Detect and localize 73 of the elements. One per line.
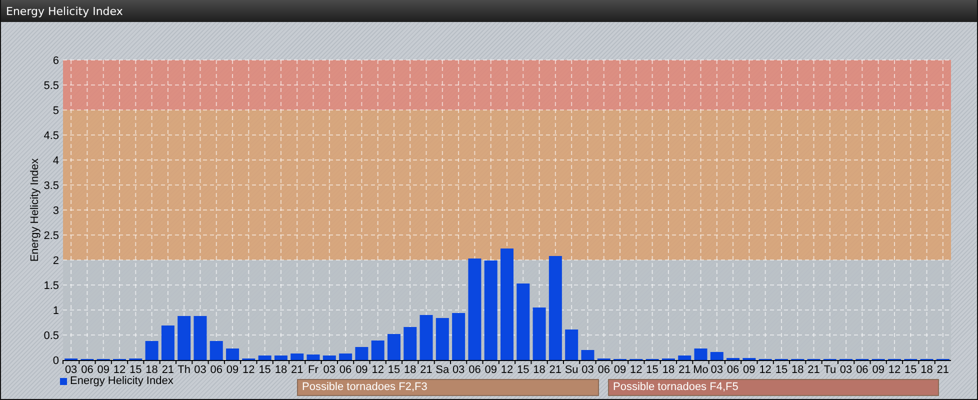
y-tick-label: 2 xyxy=(52,255,59,267)
x-tick-label: 18 xyxy=(662,364,675,374)
x-tick-label: 18 xyxy=(404,364,416,374)
x-tick-label: 06 xyxy=(856,364,868,374)
x-tick-label: Sa xyxy=(436,364,450,374)
y-tick-label: 1.5 xyxy=(44,280,59,292)
x-tick-label: 06 xyxy=(339,364,352,374)
y-tick-label: 4 xyxy=(52,155,59,167)
x-tick-label: 03 xyxy=(452,364,465,374)
x-tick-label: 12 xyxy=(372,364,384,374)
x-tick-label: Su xyxy=(564,364,578,374)
x-tick-label: 09 xyxy=(97,364,110,374)
x-tick-label: 03 xyxy=(194,364,206,374)
y-tick-label: 1 xyxy=(52,305,59,317)
x-tick-label: 06 xyxy=(81,364,94,374)
x-tick-label: 18 xyxy=(146,364,158,374)
x-tick-label: 12 xyxy=(500,364,514,374)
x-tick-label: 09 xyxy=(743,364,756,374)
x-tick-label: 15 xyxy=(646,364,658,374)
x-tick-label: 12 xyxy=(242,364,255,374)
x-tick-label: 03 xyxy=(582,364,594,374)
x-tick-label: 18 xyxy=(533,364,546,374)
x-tick-label: 12 xyxy=(759,364,772,374)
y-tick-label: 0 xyxy=(52,355,59,367)
x-tick-label: 21 xyxy=(808,364,820,374)
y-tick-label: 4.5 xyxy=(44,130,59,142)
x-tick-label: 03 xyxy=(840,364,852,374)
x-tick-label: 21 xyxy=(678,364,691,374)
x-tick-label: 03 xyxy=(710,364,724,374)
x-tick-label: 18 xyxy=(274,364,288,374)
x-tick-label: 15 xyxy=(388,364,400,374)
x-tick-label: 03 xyxy=(64,364,78,374)
y-tick-label: 2.5 xyxy=(44,230,59,242)
x-tick-label: 06 xyxy=(210,364,222,374)
x-tick-label: 12 xyxy=(630,364,642,374)
y-tick-label: 5 xyxy=(52,105,59,117)
y-tick-label: 0.5 xyxy=(44,330,59,342)
window-title: Energy Helicity Index xyxy=(6,4,123,18)
x-tick-label: 12 xyxy=(113,364,126,374)
y-tick-label: 3 xyxy=(52,205,59,217)
x-tick-label: Fr xyxy=(308,364,318,374)
x-tick-label: 15 xyxy=(775,364,788,374)
x-tick-label: 09 xyxy=(614,364,626,374)
x-tick-label: 12 xyxy=(888,364,901,374)
x-tick-label: 09 xyxy=(484,364,497,374)
x-tick-label: 15 xyxy=(130,364,142,374)
x-tick-label: 21 xyxy=(290,364,304,374)
x-tick-label: 21 xyxy=(162,364,174,374)
x-tick-label: 09 xyxy=(356,364,368,374)
x-tick-label: 06 xyxy=(726,364,740,374)
x-tick-label: 09 xyxy=(872,364,884,374)
y-axis-title: Energy Helicity Index xyxy=(29,158,41,262)
tornado-warning-label: Possible tornadoes F2,F3 xyxy=(297,379,599,396)
x-tick-label: Tu xyxy=(824,364,836,374)
x-tick-label: 03 xyxy=(323,364,336,374)
tornado-warning-label: Possible tornadoes F4,F5 xyxy=(608,379,939,396)
x-tick-label: 15 xyxy=(258,364,271,374)
x-tick-label: 21 xyxy=(420,364,432,374)
x-tick-label: 09 xyxy=(226,364,239,374)
legend-label: Energy Helicity Index xyxy=(70,375,174,387)
x-tick-label: 21 xyxy=(549,364,562,374)
x-tick-label: Th xyxy=(178,364,191,374)
y-tick-label: 5.5 xyxy=(44,80,59,92)
x-tick-label: 21 xyxy=(936,364,950,374)
x-tick-label: 06 xyxy=(598,364,610,374)
x-tick-label: 15 xyxy=(904,364,917,374)
x-tick-label: 15 xyxy=(517,364,530,374)
y-tick-label: 6 xyxy=(52,55,59,67)
x-tick-label: 06 xyxy=(468,364,481,374)
x-tick-label: Mo xyxy=(693,364,708,374)
y-tick-label: 3.5 xyxy=(44,180,59,192)
x-tick-label: 18 xyxy=(920,364,933,374)
x-tick-label: 18 xyxy=(792,364,804,374)
